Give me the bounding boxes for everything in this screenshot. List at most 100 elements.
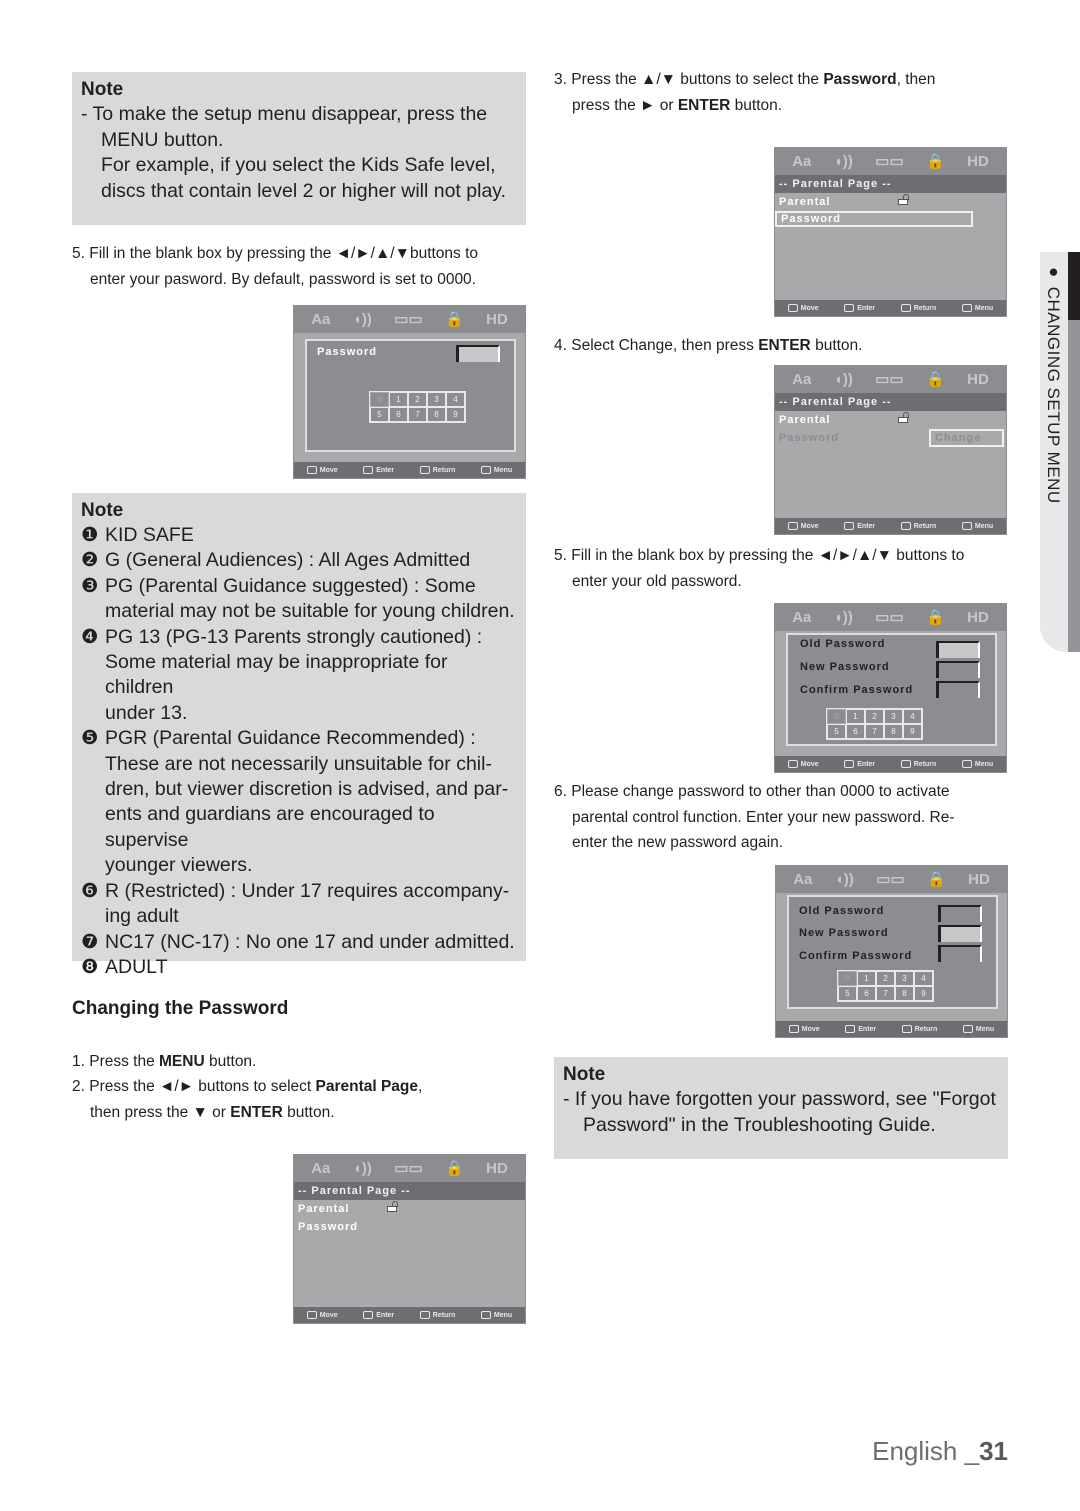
- key-1[interactable]: 1: [389, 392, 408, 407]
- confirm-password-field[interactable]: [936, 681, 980, 698]
- tv-help-bar: Move Enter Return Menu: [294, 1307, 525, 1323]
- hint-label: Return: [913, 522, 937, 530]
- key-4[interactable]: 4: [914, 971, 933, 986]
- key-5[interactable]: 5: [827, 724, 846, 739]
- move-icon: [787, 760, 798, 768]
- number-keypad: 0 1 2 3 4 5 6 7 8 9: [837, 970, 934, 1002]
- password-row[interactable]: Password: [294, 1218, 525, 1236]
- move-hint: Move: [787, 760, 819, 768]
- step-text: ,: [418, 1078, 423, 1095]
- speaker-icon: ◖)): [834, 870, 854, 888]
- rating-line: ADULT: [105, 955, 168, 978]
- hd-icon: HD: [486, 1159, 508, 1177]
- key-6[interactable]: 6: [846, 724, 865, 739]
- menu-icon: [961, 304, 972, 312]
- change-button[interactable]: Change: [929, 429, 1004, 447]
- new-password-field[interactable]: [938, 925, 982, 942]
- cp-step-2: 2. Press the ◄/► buttons to select Paren…: [72, 1074, 422, 1125]
- step-text: 5. Fill in the blank box by pressing the…: [554, 547, 965, 564]
- rating-number: ❹: [81, 625, 99, 648]
- tv-help-bar: Move Enter Return Menu: [775, 300, 1006, 316]
- key-8[interactable]: 8: [895, 986, 914, 1001]
- key-2[interactable]: 2: [408, 392, 427, 407]
- lock-icon: 🔒: [926, 608, 945, 626]
- hd-icon: HD: [967, 370, 989, 388]
- rating-item: ❹ PG 13 (PG-13 Parents strongly cautioned…: [81, 625, 517, 727]
- key-0[interactable]: 0: [370, 392, 389, 407]
- new-password-label: New Password: [800, 661, 890, 673]
- key-7[interactable]: 7: [408, 407, 427, 422]
- rating-line: Some material may be inappropriate for c…: [105, 651, 448, 699]
- menu-hint: Menu: [480, 1311, 512, 1319]
- hint-label: Move: [801, 1025, 820, 1033]
- rating-text: ADULT: [105, 955, 517, 980]
- parental-row[interactable]: Parental: [775, 193, 1006, 211]
- key-7[interactable]: 7: [865, 724, 884, 739]
- key-5[interactable]: 5: [370, 407, 389, 422]
- hint-label: Move: [800, 760, 819, 768]
- hint-label: Menu: [493, 466, 513, 474]
- tv-screen-old-password: Aa ◖)) ▭▭ 🔒 HD Old Password New Password…: [774, 603, 1007, 773]
- key-1[interactable]: 1: [846, 709, 865, 724]
- enter-icon: [844, 522, 855, 530]
- password-label: Password: [779, 432, 839, 444]
- parental-row[interactable]: Parental: [294, 1200, 525, 1218]
- number-keypad: 0 1 2 3 4 5 6 7 8 9: [826, 708, 923, 740]
- step-text: , then: [896, 71, 936, 88]
- key-6[interactable]: 6: [857, 986, 876, 1001]
- key-4[interactable]: 4: [446, 392, 465, 407]
- password-row-selected[interactable]: Password: [775, 211, 973, 227]
- chapter-tab-marker: [1068, 252, 1080, 320]
- key-2[interactable]: 2: [876, 971, 895, 986]
- key-8[interactable]: 8: [427, 407, 446, 422]
- new-password-field[interactable]: [936, 661, 980, 678]
- key-3[interactable]: 3: [884, 709, 903, 724]
- menu-icon: [480, 1311, 491, 1319]
- hint-label: Enter: [857, 304, 876, 312]
- key-9[interactable]: 9: [903, 724, 922, 739]
- key-9[interactable]: 9: [914, 986, 933, 1001]
- footer-language: English _: [872, 1436, 980, 1466]
- key-0[interactable]: 0: [827, 709, 846, 724]
- hd-icon: HD: [486, 310, 508, 328]
- key-6[interactable]: 6: [389, 407, 408, 422]
- step-5-default-password: 5. Fill in the blank box by pressing the…: [72, 241, 532, 292]
- step-5-old-password: 5. Fill in the blank box by pressing the…: [554, 543, 964, 594]
- password-row[interactable]: Password Change: [775, 429, 1006, 447]
- change-password-panel: Old Password New Password Confirm Passwo…: [787, 895, 998, 1009]
- font-icon: Aa: [311, 310, 331, 328]
- key-3[interactable]: 3: [895, 971, 914, 986]
- step-text: button.: [282, 1103, 335, 1121]
- parental-page-header: -- Parental Page --: [775, 175, 1006, 193]
- font-icon: Aa: [792, 608, 812, 626]
- speaker-icon: ◖)): [833, 370, 853, 388]
- note-box-menu: Note - To make the setup menu disappear,…: [72, 72, 526, 225]
- old-password-field[interactable]: [936, 641, 980, 658]
- key-7[interactable]: 7: [876, 986, 895, 1001]
- tv-screen-password-selected: Aa ◖)) ▭▭ 🔒 HD -- Parental Page -- Paren…: [774, 147, 1007, 317]
- password-label: Password: [317, 346, 377, 358]
- key-2[interactable]: 2: [865, 709, 884, 724]
- enter-hint: Enter: [844, 304, 875, 312]
- old-password-field[interactable]: [938, 905, 982, 922]
- menu-icon: [480, 466, 491, 474]
- key-8[interactable]: 8: [884, 724, 903, 739]
- key-5[interactable]: 5: [838, 986, 857, 1001]
- tv-menu-icons: Aa ◖)) ▭▭ 🔒 HD: [775, 604, 1006, 631]
- note-text: For example, if you select the Kids Safe…: [101, 154, 496, 176]
- key-0[interactable]: 0: [838, 971, 857, 986]
- rating-number: ❸: [81, 574, 99, 597]
- key-1[interactable]: 1: [857, 971, 876, 986]
- new-password-label: New Password: [799, 927, 889, 939]
- parental-row[interactable]: Parental: [775, 411, 1006, 429]
- key-9[interactable]: 9: [446, 407, 465, 422]
- key-3[interactable]: 3: [427, 392, 446, 407]
- move-hint: Move: [788, 1025, 820, 1033]
- old-password-label: Old Password: [800, 638, 886, 650]
- key-4[interactable]: 4: [903, 709, 922, 724]
- rating-text: KID SAFE: [105, 523, 517, 548]
- screen-icon: ▭▭: [875, 152, 904, 170]
- step-line2: then press the ▼ or ENTER button.: [72, 1100, 422, 1126]
- confirm-password-field[interactable]: [938, 945, 982, 962]
- password-field[interactable]: [456, 345, 500, 362]
